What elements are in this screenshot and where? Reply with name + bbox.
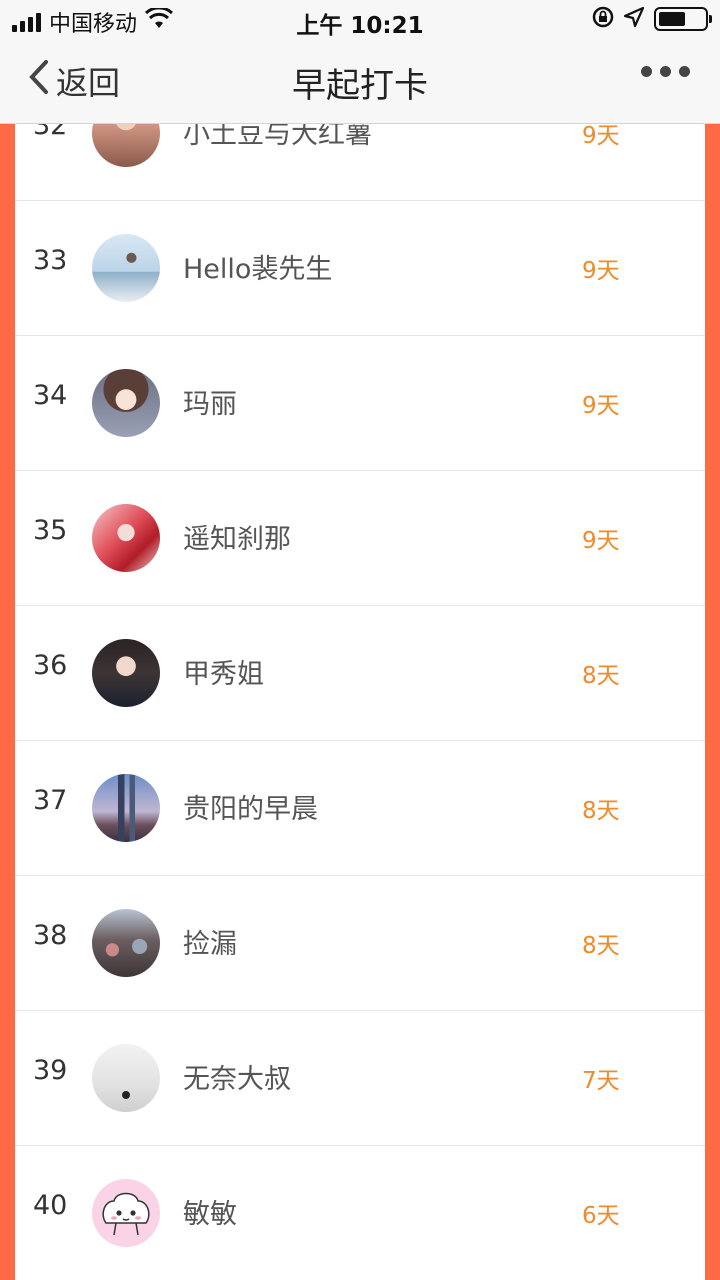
user-name: 捡漏 bbox=[183, 929, 237, 960]
checkin-days: 9天 bbox=[582, 258, 620, 284]
rank-number: 34 bbox=[33, 380, 68, 411]
battery-icon bbox=[654, 7, 712, 31]
checkin-days: 9天 bbox=[582, 528, 620, 554]
rotation-lock-icon bbox=[592, 6, 614, 32]
avatar bbox=[92, 909, 160, 977]
list-item[interactable]: 38 捡漏 8天 bbox=[15, 876, 705, 1011]
list-item[interactable]: 37 贵阳的早晨 8天 bbox=[15, 741, 705, 876]
avatar bbox=[92, 639, 160, 707]
navigation-bar: 返回 早起打卡 bbox=[0, 40, 720, 124]
list-item[interactable]: 40 敏敏 6天 bbox=[15, 1146, 705, 1280]
user-name: 甲秀姐 bbox=[183, 659, 264, 690]
user-name: 贵阳的早晨 bbox=[183, 794, 318, 825]
avatar bbox=[92, 369, 160, 437]
user-name: 敏敏 bbox=[183, 1199, 237, 1230]
location-arrow-icon bbox=[623, 6, 645, 31]
avatar bbox=[92, 504, 160, 572]
user-name: 遥知刹那 bbox=[183, 524, 291, 555]
checkin-days: 8天 bbox=[582, 798, 620, 824]
page-title: 早起打卡 bbox=[292, 66, 428, 106]
cartoon-face-icon bbox=[102, 1192, 150, 1236]
status-bar: 中国移动 上午 10:21 bbox=[0, 0, 720, 40]
list-item[interactable]: 39 无奈大叔 7天 bbox=[15, 1011, 705, 1146]
list-item[interactable]: 33 Hello裴先生 9天 bbox=[15, 201, 705, 336]
user-name: 玛丽 bbox=[183, 389, 237, 420]
more-options-button[interactable] bbox=[641, 66, 690, 77]
rank-number: 40 bbox=[33, 1190, 68, 1221]
checkin-days: 8天 bbox=[582, 663, 620, 689]
rank-number: 35 bbox=[33, 515, 68, 546]
checkin-days: 7天 bbox=[582, 1068, 620, 1094]
rank-number: 38 bbox=[33, 920, 68, 951]
avatar bbox=[92, 1179, 160, 1247]
user-name: 无奈大叔 bbox=[183, 1064, 291, 1095]
user-name: Hello裴先生 bbox=[183, 254, 333, 285]
list-item[interactable]: 36 甲秀姐 8天 bbox=[15, 606, 705, 741]
checkin-days: 9天 bbox=[582, 393, 620, 419]
ranking-list: 32 小土豆与大红薯 9天 33 Hello裴先生 9天 34 玛丽 9天 35… bbox=[15, 66, 705, 1280]
avatar bbox=[92, 1044, 160, 1112]
checkin-days: 6天 bbox=[582, 1203, 620, 1229]
avatar bbox=[92, 234, 160, 302]
avatar bbox=[92, 774, 160, 842]
rank-number: 37 bbox=[33, 785, 68, 816]
rank-number: 33 bbox=[33, 245, 68, 276]
list-item[interactable]: 34 玛丽 9天 bbox=[15, 336, 705, 471]
list-item[interactable]: 35 遥知刹那 9天 bbox=[15, 471, 705, 606]
rank-number: 39 bbox=[33, 1055, 68, 1086]
checkin-days: 8天 bbox=[582, 933, 620, 959]
rank-number: 36 bbox=[33, 650, 68, 681]
